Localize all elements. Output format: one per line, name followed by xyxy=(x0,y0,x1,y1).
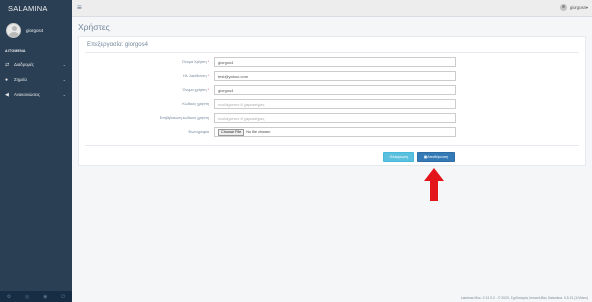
profile-username: giorgos4 xyxy=(26,27,44,33)
cancel-button-label: Ακύρωση xyxy=(392,155,408,159)
chevron-down-icon: ⌄ xyxy=(62,77,66,82)
form-row-email: Ηλ. Διεύθυνση * xyxy=(79,71,587,81)
sidebar-item-announcements[interactable]: ◀ Ανακοινώσεις ⌄ xyxy=(0,87,72,102)
panel-divider xyxy=(85,52,579,53)
file-status: No file chosen xyxy=(246,130,271,134)
photo-label: Φωτογραφία xyxy=(188,130,209,134)
password-field[interactable] xyxy=(214,99,456,109)
lock-icon[interactable]: ◉ xyxy=(43,294,47,300)
chevron-down-icon: ⌄ xyxy=(62,92,66,97)
fullname-field[interactable] xyxy=(214,85,456,95)
username-label: Όνομα Χρήστη * xyxy=(182,60,209,64)
shuffle-icon: ⇄ xyxy=(5,61,10,68)
menu-toggle-icon[interactable]: ≡ xyxy=(77,3,82,13)
sidebar-item-label: Διαδρομές xyxy=(14,62,34,67)
footer-text: Laminas Mvc: 2.13 0.0 - © 2020, Σχεδιασμ… xyxy=(460,296,588,300)
form-row-username: Όνομα Χρήστη * xyxy=(79,57,587,67)
bullhorn-icon: ◀ xyxy=(5,91,9,98)
top-navbar: ≡ giorgos4 ▾ xyxy=(72,0,592,17)
sidebar-item-routes[interactable]: ⇄ Διαδρομές ⌄ xyxy=(0,57,72,72)
form-row-fullname: Όνομα χρήστη * xyxy=(79,85,587,95)
form-row-photo: Φωτογραφία Choose File No file chosen xyxy=(79,127,587,137)
form-row-password-confirm: Επιβεβαίωση κωδικού χρήστη xyxy=(79,113,587,123)
password-confirm-label: Επιβεβαίωση κωδικού χρήστη xyxy=(159,116,209,120)
email-field[interactable] xyxy=(214,71,456,81)
panel-title: Επεξεργασία: giorgos4 xyxy=(87,42,148,48)
choose-file-button[interactable]: Choose File xyxy=(218,129,245,136)
settings-icon[interactable]: ⚙ xyxy=(7,294,11,300)
map-marker-icon: ● xyxy=(5,76,9,83)
email-label: Ηλ. Διεύθυνση * xyxy=(182,74,209,78)
password-label: Κωδικός χρήστη xyxy=(182,102,209,106)
save-button[interactable]: ▣Αποθήκευση xyxy=(417,152,455,162)
sidebar-footer: ⚙ ◎ ◉ ⏻ xyxy=(0,291,72,302)
form-row-password: Κωδικός χρήστη xyxy=(79,99,587,109)
power-icon[interactable]: ⏻ xyxy=(61,294,65,300)
sidebar-item-label: Σημεία xyxy=(14,77,27,82)
caret-down-icon: ▾ xyxy=(585,5,588,10)
sidebar-item-label: Ανακοινώσεις xyxy=(14,92,40,97)
page-title: Χρήστες xyxy=(78,22,110,32)
user-icon xyxy=(559,4,567,11)
user-menu-name: giorgos4 xyxy=(569,5,586,10)
username-field[interactable] xyxy=(214,57,456,67)
edit-user-panel: Επεξεργασία: giorgos4 Όνομα Χρήστη * Ηλ.… xyxy=(78,36,586,166)
brand-logo[interactable]: SALAMINA xyxy=(0,0,72,17)
sidebar-section-title: ΑΙΤΟΜΕΝΑ xyxy=(5,49,26,53)
sidebar: SALAMINA giorgos4 ΑΙΤΟΜΕΝΑ ⇄ Διαδρομές ⌄… xyxy=(0,0,72,302)
annotation-arrow-icon xyxy=(424,168,444,201)
user-menu[interactable]: giorgos4 ▾ xyxy=(559,4,588,11)
chevron-down-icon: ⌄ xyxy=(62,62,66,67)
avatar xyxy=(6,22,21,38)
fullname-label: Όνομα χρήστη * xyxy=(182,88,209,92)
save-button-label: Αποθήκευση xyxy=(427,155,449,159)
profile-block: giorgos4 xyxy=(0,17,72,43)
form-divider xyxy=(85,145,579,146)
cancel-button[interactable]: ↺Ακύρωση xyxy=(383,152,414,162)
password-confirm-field[interactable] xyxy=(214,113,456,123)
photo-file-input: Choose File No file chosen xyxy=(214,127,456,137)
fullscreen-icon[interactable]: ◎ xyxy=(25,294,29,300)
sidebar-item-points[interactable]: ● Σημεία ⌄ xyxy=(0,72,72,87)
